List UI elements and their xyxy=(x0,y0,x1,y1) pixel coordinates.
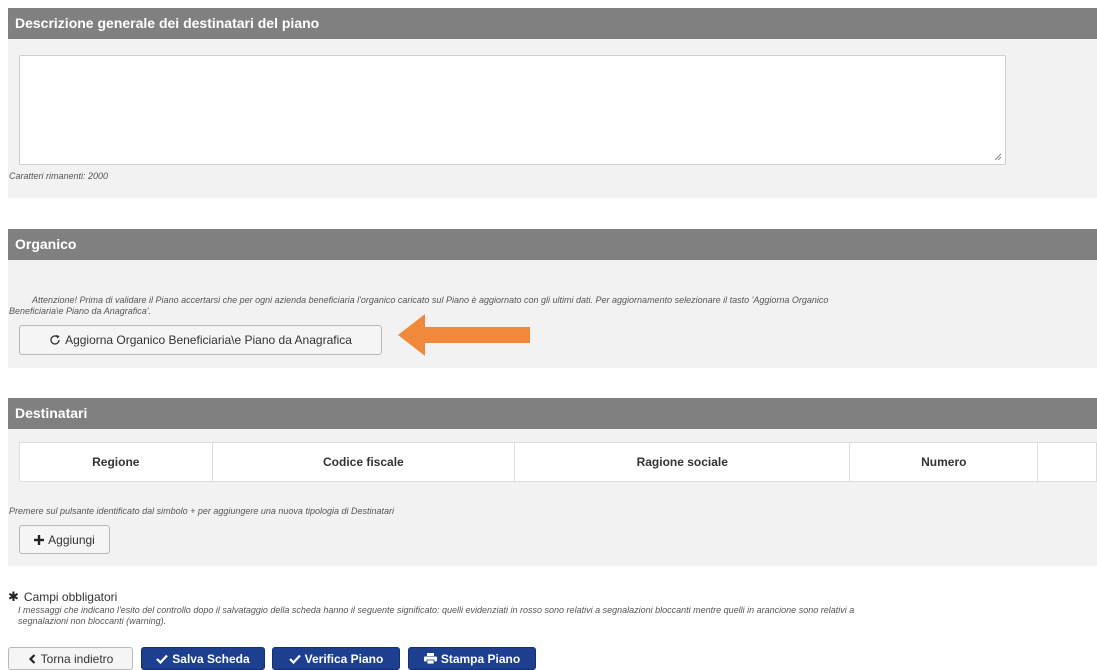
verify-button-label: Verifica Piano xyxy=(304,651,384,666)
save-button[interactable]: Salva Scheda xyxy=(141,647,265,670)
verify-button[interactable]: Verifica Piano xyxy=(272,647,400,670)
column-header-numero[interactable]: Numero xyxy=(850,443,1039,481)
print-button[interactable]: Stampa Piano xyxy=(408,647,536,670)
destinatari-panel-title: Destinatari xyxy=(8,398,1097,429)
organico-panel: Organico Attenzione! Prima di validare i… xyxy=(8,229,1097,368)
plus-icon xyxy=(34,534,45,545)
messages-note-line-2: segnalazioni non bloccanti (warning). xyxy=(18,616,167,626)
print-button-label: Stampa Piano xyxy=(440,651,521,666)
printer-icon xyxy=(423,653,437,664)
chevron-left-icon xyxy=(28,653,35,664)
organico-panel-title: Organico xyxy=(8,229,1097,260)
required-fields-legend: ✱ Campi obbligatori xyxy=(8,590,117,604)
remaining-characters: Caratteri rimanenti: 2000 xyxy=(9,171,109,181)
update-organico-button[interactable]: Aggiorna Organico Beneficiaria\e Piano d… xyxy=(19,325,382,355)
refresh-icon xyxy=(50,334,60,345)
column-header-actions xyxy=(1038,443,1096,481)
check-icon xyxy=(288,654,301,664)
organico-notice-line-2: Beneficiaria\e Piano da Anagrafica'. xyxy=(9,306,151,316)
organico-notice-line-1: Attenzione! Prima di validare il Piano a… xyxy=(32,295,829,305)
column-header-regione[interactable]: Regione xyxy=(20,443,213,481)
column-header-ragione-sociale[interactable]: Ragione sociale xyxy=(515,443,851,481)
description-textarea[interactable] xyxy=(19,55,1006,165)
description-panel-title: Descrizione generale dei destinatari del… xyxy=(8,8,1097,39)
description-panel: Descrizione generale dei destinatari del… xyxy=(8,8,1097,198)
add-destinatari-button-label: Aggiungi xyxy=(48,532,95,547)
update-organico-button-label: Aggiorna Organico Beneficiaria\e Piano d… xyxy=(65,333,352,347)
add-destinatari-button[interactable]: Aggiungi xyxy=(19,525,110,554)
asterisk-icon: ✱ xyxy=(8,589,19,604)
destinatari-table: Regione Codice fiscale Ragione sociale N… xyxy=(19,442,1097,482)
column-header-codice-fiscale[interactable]: Codice fiscale xyxy=(213,443,516,481)
left-arrow-icon xyxy=(398,314,530,356)
resize-grip-icon[interactable] xyxy=(994,153,1002,161)
messages-note-line-1: I messaggi che indicano l'esito del cont… xyxy=(18,605,855,615)
check-icon xyxy=(156,654,169,664)
back-button[interactable]: Torna indietro xyxy=(8,647,133,670)
add-destinatari-hint: Premere sul pulsante identificato dal si… xyxy=(9,506,394,516)
back-button-label: Torna indietro xyxy=(40,651,114,666)
save-button-label: Salva Scheda xyxy=(172,651,250,666)
required-fields-label: Campi obbligatori xyxy=(23,590,118,604)
destinatari-panel: Destinatari Regione Codice fiscale Ragio… xyxy=(8,398,1097,566)
